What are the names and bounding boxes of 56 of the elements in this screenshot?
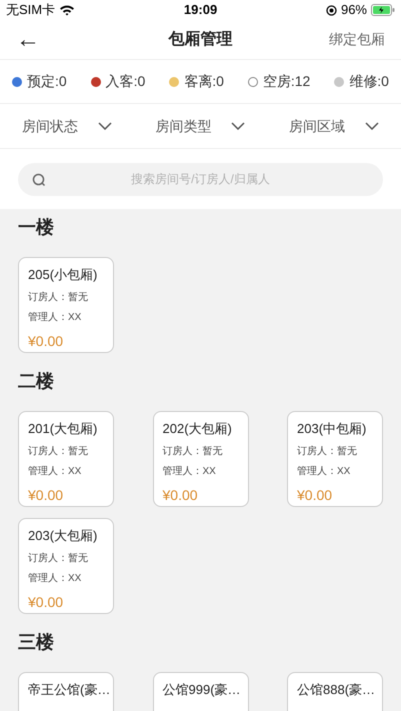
room-name: 205(小包厢) [28, 266, 98, 283]
room-name: 201(大包厢) [28, 420, 98, 437]
manager-text: 管理人：XX [297, 465, 352, 479]
filter-dropdown[interactable]: 房间状态 [22, 116, 112, 136]
chevron-down-icon [231, 122, 246, 130]
room-name: 203(大包厢) [28, 527, 98, 544]
legend-label: 客离:0 [184, 72, 224, 91]
search-field[interactable]: 搜索房间号/订房人/归属人 [18, 162, 383, 196]
booker-text: 订房人：暂无 [162, 444, 224, 459]
room-price: ¥0.00 [28, 593, 64, 612]
room-name: 203(中包厢) [297, 420, 366, 437]
room-card[interactable]: 公馆999(豪… [152, 672, 248, 711]
back-button[interactable]: ← [16, 28, 76, 52]
room-card[interactable]: 203(中包厢) 订房人：暂无 管理人：XX ¥0.00 [287, 411, 383, 507]
filter-dropdown[interactable]: 房间类型 [155, 116, 246, 136]
booker-text: 订房人：暂无 [28, 444, 89, 459]
wifi-icon [59, 4, 76, 16]
carrier-text: 无SIM卡 [6, 1, 56, 20]
room-card[interactable]: 203(大包厢) 订房人：暂无 管理人：XX ¥0.00 [18, 518, 114, 614]
filter-dropdown[interactable]: 房间区域 [289, 116, 380, 136]
booker-text: 订房人：暂无 [28, 290, 89, 305]
room-price: ¥0.00 [28, 332, 64, 351]
chevron-down-icon [365, 122, 380, 130]
room-card[interactable]: 202(大包厢) 订房人：暂无 管理人：XX ¥0.00 [152, 411, 248, 507]
battery-icon [371, 4, 395, 16]
room-card[interactable]: 201(大包厢) 订房人：暂无 管理人：XX ¥0.00 [18, 411, 114, 507]
room-price: ¥0.00 [28, 486, 64, 505]
manager-text: 管理人：XX [162, 465, 217, 479]
floor-heading: 三楼 [18, 631, 55, 654]
manager-text: 管理人：XX [28, 465, 82, 479]
room-price: ¥0.00 [162, 486, 199, 505]
room-name: 公馆888(豪… [297, 681, 376, 698]
room-name: 202(大包厢) [162, 420, 232, 437]
legend-label: 预定:0 [27, 72, 67, 91]
legend-label: 维修:0 [349, 72, 389, 91]
rotation-lock-icon [326, 4, 337, 16]
room-card[interactable]: 帝王公馆(豪… [18, 672, 114, 711]
booker-text: 订房人：暂无 [297, 444, 358, 459]
room-card[interactable]: 公馆888(豪… [287, 672, 383, 711]
room-name: 公馆999(豪… [162, 681, 241, 698]
floor-heading: 一楼 [18, 216, 55, 239]
page-title: 包厢管理 [168, 30, 232, 50]
battery-text: 96% [340, 1, 367, 20]
chevron-down-icon [98, 122, 112, 130]
bind-room-button[interactable]: 绑定包厢 [325, 29, 385, 50]
room-name: 帝王公馆(豪… [28, 681, 110, 698]
legend-label: 入客:0 [106, 72, 146, 91]
booker-text: 订房人：暂无 [28, 552, 89, 566]
manager-text: 管理人：XX [28, 311, 82, 325]
room-price: ¥0.00 [297, 486, 334, 505]
manager-text: 管理人：XX [28, 572, 82, 586]
room-card[interactable]: 205(小包厢) 订房人：暂无 管理人：XX ¥0.00 [18, 257, 114, 353]
search-icon [32, 172, 46, 186]
legend-label: 空房:12 [262, 72, 310, 91]
clock-text: 19:09 [184, 1, 218, 20]
floor-heading: 二楼 [18, 370, 55, 393]
